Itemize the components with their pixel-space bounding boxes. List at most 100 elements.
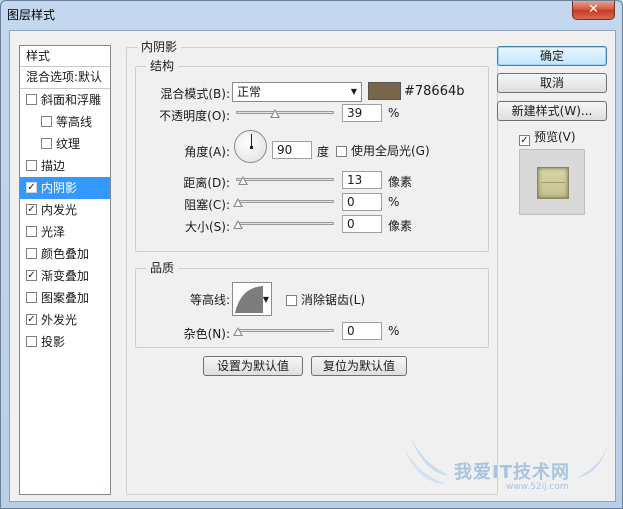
noise-slider[interactable] xyxy=(233,325,334,339)
window-title: 图层样式 xyxy=(7,8,56,22)
style-item-checkbox[interactable] xyxy=(26,292,37,303)
noise-input[interactable]: 0 xyxy=(342,322,382,340)
style-item-label: 斜面和浮雕 xyxy=(41,93,102,107)
styles-header[interactable]: 样式 xyxy=(20,46,110,67)
dropdown-arrow-icon: ▼ xyxy=(262,295,269,304)
style-item[interactable]: 斜面和浮雕 xyxy=(20,89,110,111)
new-style-button[interactable]: 新建样式(W)... xyxy=(497,101,607,121)
anti-alias-label: 消除锯齿(L) xyxy=(301,293,366,307)
ok-button[interactable]: 确定 xyxy=(497,46,607,66)
opacity-label: 不透明度(O): xyxy=(159,109,230,123)
layer-style-dialog: 图层样式 ✕ 样式 混合选项:默认 斜面和浮雕等高线纹理描边内阴影内发光光泽颜色… xyxy=(0,0,623,509)
style-item-label: 图案叠加 xyxy=(41,291,90,305)
style-item-checkbox[interactable] xyxy=(26,336,37,347)
preview-option[interactable]: 预览(V) xyxy=(519,128,576,146)
angle-input[interactable]: 90 xyxy=(272,141,312,159)
style-item-checkbox[interactable] xyxy=(41,116,52,127)
reset-to-default-button[interactable]: 复位为默认值 xyxy=(311,356,407,376)
style-item-label: 光泽 xyxy=(41,225,66,239)
anti-alias-option[interactable]: 消除锯齿(L) xyxy=(286,291,365,308)
preview-swatch xyxy=(537,167,569,199)
slider-track xyxy=(236,329,334,332)
style-item-label: 颜色叠加 xyxy=(41,247,90,261)
style-item-checkbox[interactable] xyxy=(26,314,37,325)
style-item[interactable]: 颜色叠加 xyxy=(20,243,110,265)
opacity-slider[interactable] xyxy=(236,107,334,121)
style-item-checkbox[interactable] xyxy=(26,226,37,237)
style-item[interactable]: 纹理 xyxy=(20,133,110,155)
distance-unit: 像素 xyxy=(388,175,413,189)
dropdown-arrow-icon: ▼ xyxy=(350,87,357,96)
distance-input[interactable]: 13 xyxy=(342,171,382,189)
opacity-unit: % xyxy=(388,106,400,120)
style-item-checkbox[interactable] xyxy=(41,138,52,149)
distance-slider[interactable] xyxy=(236,174,334,188)
blend-mode-label: 混合模式(B): xyxy=(160,87,230,101)
style-item-checkbox[interactable] xyxy=(26,182,37,193)
watermark-url: www.52ij.com xyxy=(506,482,569,492)
style-item[interactable]: 内发光 xyxy=(20,199,110,221)
style-item[interactable]: 内阴影 xyxy=(20,177,110,199)
structure-group: 结构 混合模式(B): 正常 ▼ #78664b 不透明度(O): 39 % 角… xyxy=(135,59,489,252)
size-slider[interactable] xyxy=(233,218,334,232)
style-item[interactable]: 渐变叠加 xyxy=(20,265,110,287)
styles-list: 样式 混合选项:默认 斜面和浮雕等高线纹理描边内阴影内发光光泽颜色叠加渐变叠加图… xyxy=(19,45,111,495)
style-item-label: 渐变叠加 xyxy=(41,269,90,283)
style-item-checkbox[interactable] xyxy=(26,270,37,281)
watermark-logo: 我爱IT技术网 www.52ij.com xyxy=(400,426,610,498)
watermark-text: 我爱IT技术网 xyxy=(454,462,570,483)
angle-center xyxy=(250,146,253,149)
quality-title: 品质 xyxy=(146,261,179,275)
style-item-label: 投影 xyxy=(41,335,66,349)
choke-input[interactable]: 0 xyxy=(342,193,382,211)
inner-shadow-title: 内阴影 xyxy=(137,40,182,54)
style-item-label: 等高线 xyxy=(56,115,93,129)
style-item[interactable]: 等高线 xyxy=(20,111,110,133)
choke-slider[interactable] xyxy=(233,196,334,210)
wing-right-icon xyxy=(576,444,608,478)
choke-label: 阻塞(C): xyxy=(184,198,230,212)
close-button[interactable]: ✕ xyxy=(572,1,615,20)
angle-unit: 度 xyxy=(317,145,330,159)
dialog-body: 样式 混合选项:默认 斜面和浮雕等高线纹理描边内阴影内发光光泽颜色叠加渐变叠加图… xyxy=(9,30,616,502)
slider-track xyxy=(236,200,334,203)
global-light-checkbox[interactable] xyxy=(336,146,347,157)
shadow-color-hex: #78664b xyxy=(404,84,465,99)
contour-picker[interactable]: ▼ xyxy=(232,282,272,316)
style-item-checkbox[interactable] xyxy=(26,204,37,215)
slider-thumb[interactable] xyxy=(233,327,243,336)
size-input[interactable]: 0 xyxy=(342,215,382,233)
cancel-button[interactable]: 取消 xyxy=(497,73,607,93)
style-item[interactable]: 光泽 xyxy=(20,221,110,243)
style-item-checkbox[interactable] xyxy=(26,248,37,259)
quality-group: 品质 等高线: ▼ 消除锯齿(L) 杂色(N): 0 % xyxy=(135,261,489,348)
title-bar: 图层样式 ✕ xyxy=(1,1,622,29)
style-item[interactable]: 描边 xyxy=(20,155,110,177)
slider-thumb[interactable] xyxy=(233,198,243,207)
global-light-option[interactable]: 使用全局光(G) xyxy=(336,142,430,159)
size-label: 大小(S): xyxy=(184,220,230,234)
style-item[interactable]: 外发光 xyxy=(20,309,110,331)
style-item[interactable]: 图案叠加 xyxy=(20,287,110,309)
style-item-label: 描边 xyxy=(41,159,66,173)
angle-label: 角度(A): xyxy=(184,145,230,159)
style-item-checkbox[interactable] xyxy=(26,94,37,105)
anti-alias-checkbox[interactable] xyxy=(286,295,297,306)
set-as-default-button[interactable]: 设置为默认值 xyxy=(203,356,303,376)
slider-thumb[interactable] xyxy=(269,109,280,118)
opacity-input[interactable]: 39 xyxy=(342,104,382,122)
choke-unit: % xyxy=(388,195,400,209)
blend-mode-select[interactable]: 正常 ▼ xyxy=(232,82,362,102)
slider-thumb[interactable] xyxy=(233,220,243,229)
blending-options-item[interactable]: 混合选项:默认 xyxy=(20,67,110,89)
structure-title: 结构 xyxy=(146,59,179,73)
slider-track xyxy=(236,222,334,225)
shadow-color-swatch[interactable] xyxy=(368,82,401,100)
style-item-checkbox[interactable] xyxy=(26,160,37,171)
style-preview xyxy=(519,149,585,215)
angle-dial[interactable] xyxy=(234,130,267,163)
style-item[interactable]: 投影 xyxy=(20,331,110,353)
distance-label: 距离(D): xyxy=(183,176,230,190)
preview-checkbox[interactable] xyxy=(519,135,530,146)
slider-thumb[interactable] xyxy=(237,176,248,185)
